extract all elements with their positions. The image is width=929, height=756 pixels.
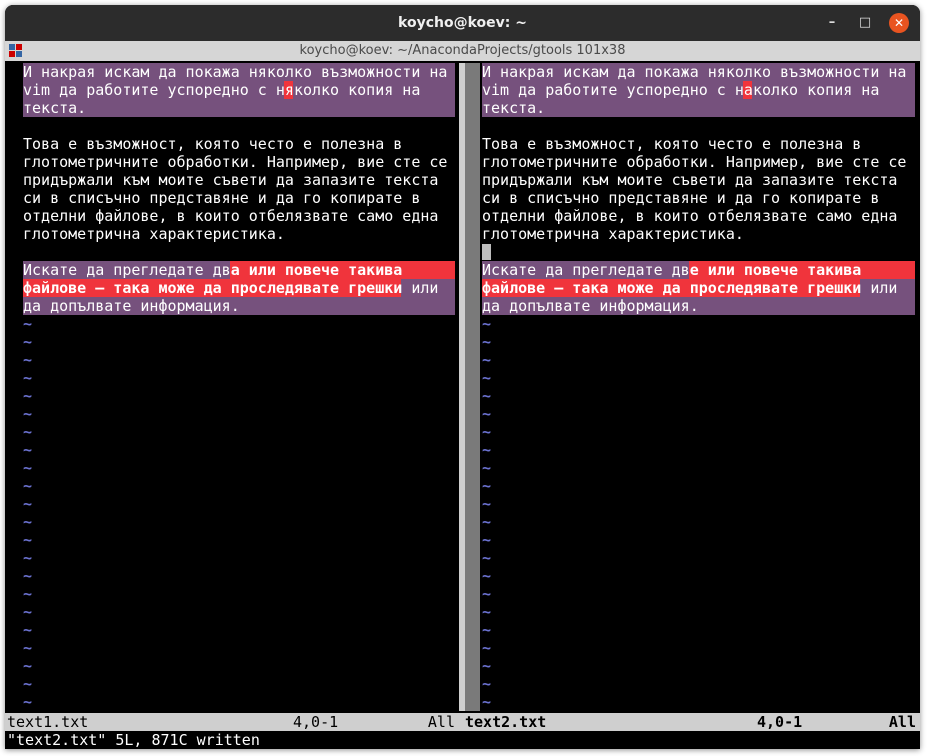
text-line: придържали към моите съвети да запазите … <box>482 171 898 189</box>
text-line: глотометричните обработки. Например, вие… <box>23 153 448 171</box>
tilde-marker: ~ <box>482 513 492 531</box>
terminal-subtitle: koycho@koev: ~/AnacondaProjects/gtools 1… <box>299 43 626 58</box>
close-button[interactable]: ✕ <box>889 13 909 33</box>
status-cursor-position: 4,0-1 <box>757 713 803 731</box>
text-line: файлове – така може да проследявате греш… <box>482 279 898 297</box>
tilde-marker: ~ <box>482 603 492 621</box>
tilde-marker: ~ <box>23 513 33 531</box>
text-line: Искате да прегледате два или повече таки… <box>23 261 403 279</box>
text-line: Искате да прегледате две или повече таки… <box>482 261 862 279</box>
tilde-marker: ~ <box>482 531 492 549</box>
tilde-marker: ~ <box>482 567 492 585</box>
tilde-marker: ~ <box>482 639 492 657</box>
text-line: си в списъчно представяне и да го копира… <box>23 189 421 207</box>
text-line: придържали към моите съвети да запазите … <box>23 171 439 189</box>
text-line: И накрая искам да покажа няколко възможн… <box>482 63 907 81</box>
tilde-marker: ~ <box>23 405 33 423</box>
status-line-right: text2.txt 4,0-1 All <box>459 713 920 731</box>
terminal-area[interactable]: И накрая искам да покажа няколко възможн… <box>5 61 920 749</box>
text-line: файлове – така може да проследявате греш… <box>23 279 439 297</box>
tilde-marker: ~ <box>482 351 492 369</box>
status-filename: text1.txt <box>7 713 89 731</box>
tilde-marker: ~ <box>23 621 33 639</box>
command-line[interactable]: "text2.txt" 5L, 871C written <box>7 731 260 749</box>
tilde-marker: ~ <box>482 693 492 711</box>
text-line: да допълвате информация. <box>23 297 240 315</box>
tilde-marker: ~ <box>482 459 492 477</box>
status-line-left: text1.txt 4,0-1 All <box>5 713 459 731</box>
tilde-marker: ~ <box>482 585 492 603</box>
tilde-marker: ~ <box>23 423 33 441</box>
tilde-marker: ~ <box>23 477 33 495</box>
tilde-marker: ~ <box>23 459 33 477</box>
text-line: да допълвате информация. <box>482 297 699 315</box>
tilde-marker: ~ <box>23 441 33 459</box>
tilde-marker: ~ <box>482 333 492 351</box>
tilde-marker: ~ <box>482 549 492 567</box>
tilde-marker: ~ <box>23 675 33 693</box>
tilde-marker: ~ <box>482 675 492 693</box>
tilde-marker: ~ <box>23 315 33 333</box>
tilde-marker: ~ <box>482 387 492 405</box>
tilde-marker: ~ <box>23 639 33 657</box>
text-line: глотометричните обработки. Например, вие… <box>482 153 907 171</box>
terminal-subtitle-bar: koycho@koev: ~/AnacondaProjects/gtools 1… <box>5 41 920 61</box>
tilde-marker: ~ <box>23 585 33 603</box>
text-line: отделни файлове, в които отбелязвате сам… <box>482 207 898 225</box>
tilde-marker: ~ <box>23 531 33 549</box>
tilde-marker: ~ <box>23 693 33 711</box>
tilde-marker: ~ <box>23 351 33 369</box>
fold-column <box>465 63 480 711</box>
tilde-marker: ~ <box>23 549 33 567</box>
text-line: vim да работите успоредно с няколко копи… <box>23 81 421 99</box>
tilde-marker: ~ <box>482 369 492 387</box>
text-line: глотометрична характеристика. <box>23 225 285 243</box>
tilde-marker: ~ <box>482 657 492 675</box>
status-cursor-position: 4,0-1 <box>293 713 339 731</box>
tilde-marker: ~ <box>23 657 33 675</box>
status-scroll: All <box>427 713 455 731</box>
tilde-marker: ~ <box>482 441 492 459</box>
status-scroll: All <box>888 713 916 731</box>
tilde-marker: ~ <box>482 315 492 333</box>
tilde-marker: ~ <box>482 495 492 513</box>
text-cursor <box>482 244 491 260</box>
tilde-marker: ~ <box>23 495 33 513</box>
terminal-window: koycho@koev: ~ – □ ✕ koycho@koev: ~/Anac… <box>5 5 920 749</box>
vim-left-pane[interactable]: И накрая искам да покажа няколко възможн… <box>23 63 455 711</box>
text-line: текста. <box>482 99 546 117</box>
tilde-marker: ~ <box>482 621 492 639</box>
text-line: отделни файлове, в които отбелязвате сам… <box>23 207 439 225</box>
status-filename: text2.txt <box>465 713 547 731</box>
minimize-button[interactable]: – <box>823 14 841 32</box>
text-line: си в списъчно представяне и да го копира… <box>482 189 880 207</box>
tilde-marker: ~ <box>482 423 492 441</box>
text-line: Това е възможност, която често е полезна… <box>482 135 862 153</box>
tilde-marker: ~ <box>482 405 492 423</box>
window-title: koycho@koev: ~ <box>398 15 527 31</box>
vim-right-pane[interactable]: И накрая искам да покажа няколко възможн… <box>482 63 915 711</box>
tilde-marker: ~ <box>23 603 33 621</box>
text-line: глотометрична характеристика. <box>482 225 744 243</box>
tilde-marker: ~ <box>482 477 492 495</box>
text-line: текста. <box>23 99 87 117</box>
title-bar[interactable]: koycho@koev: ~ – □ ✕ <box>5 5 920 41</box>
text-line: И накрая искам да покажа няколко възможн… <box>23 63 448 81</box>
tilde-marker: ~ <box>23 387 33 405</box>
maximize-button[interactable]: □ <box>856 14 874 32</box>
text-line: Това е възможност, която често е полезна… <box>23 135 403 153</box>
tilde-marker: ~ <box>23 567 33 585</box>
tilde-marker: ~ <box>23 333 33 351</box>
tilde-marker: ~ <box>23 369 33 387</box>
text-line: vim да работите успоредно с наколко копи… <box>482 81 880 99</box>
